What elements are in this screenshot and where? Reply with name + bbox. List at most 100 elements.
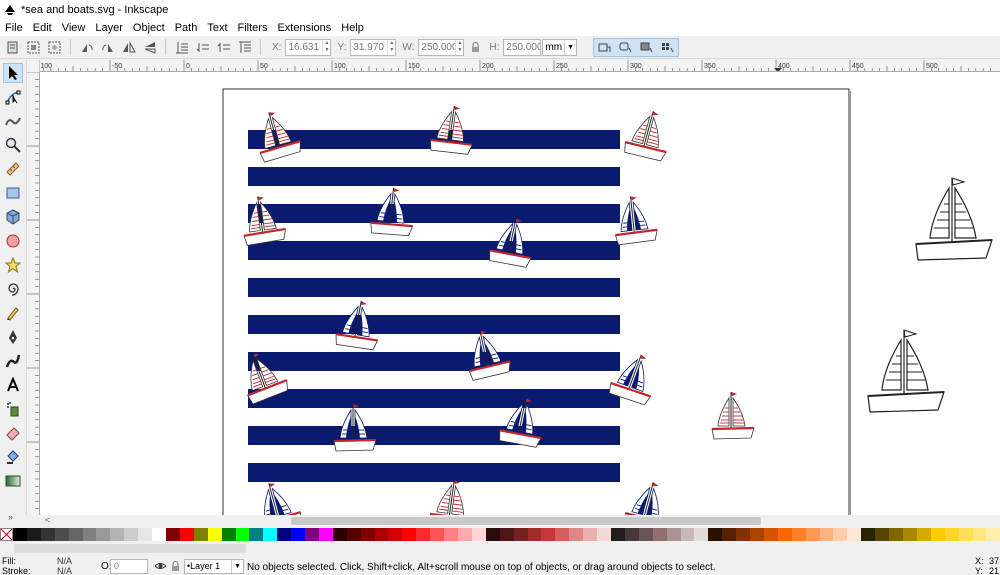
height-input[interactable]: [504, 39, 541, 55]
deselect-icon[interactable]: [46, 39, 63, 56]
measure-tool-icon[interactable]: [3, 159, 23, 179]
color-swatch[interactable]: [986, 528, 1000, 541]
horizontal-ruler[interactable]: -100-50050100150200250300350400450500: [40, 60, 1000, 72]
horizontal-scrollbar[interactable]: <: [27, 515, 1000, 527]
menu-extensions[interactable]: Extensions: [272, 22, 336, 34]
color-swatch[interactable]: [82, 528, 97, 541]
color-swatch[interactable]: [666, 528, 681, 541]
color-swatch[interactable]: [263, 528, 278, 541]
expand-panel-icon[interactable]: »: [8, 512, 13, 522]
scale-rounded-corners-icon[interactable]: [617, 39, 634, 56]
spiral-tool-icon[interactable]: [3, 279, 23, 299]
menu-object[interactable]: Object: [128, 22, 170, 34]
color-swatch[interactable]: [360, 528, 375, 541]
color-swatch[interactable]: [458, 528, 472, 541]
color-swatch[interactable]: [332, 528, 347, 541]
width-input[interactable]: [419, 39, 456, 55]
color-swatch[interactable]: [444, 528, 458, 541]
menu-file[interactable]: File: [0, 22, 28, 34]
transform-gradients-icon[interactable]: [638, 39, 655, 56]
menu-edit[interactable]: Edit: [28, 22, 57, 34]
selector-tool-icon[interactable]: [3, 63, 23, 83]
menu-view[interactable]: View: [57, 22, 91, 34]
color-swatch[interactable]: [416, 528, 431, 541]
color-swatch[interactable]: [624, 528, 639, 541]
color-swatch[interactable]: [861, 528, 876, 541]
pen-tool-icon[interactable]: [3, 327, 23, 347]
select-all-icon[interactable]: [4, 39, 21, 56]
lower-to-bottom-icon[interactable]: [173, 39, 190, 56]
color-swatch[interactable]: [652, 528, 667, 541]
palette-scrollbar[interactable]: [14, 544, 246, 553]
color-swatch[interactable]: [318, 528, 333, 541]
ellipse-tool-icon[interactable]: [3, 231, 23, 251]
color-swatch[interactable]: [54, 528, 69, 541]
color-swatch[interactable]: [402, 528, 417, 541]
color-swatch[interactable]: [207, 528, 222, 541]
color-swatch[interactable]: [889, 528, 903, 541]
eraser-tool-icon[interactable]: [3, 423, 23, 443]
color-swatch[interactable]: [791, 528, 806, 541]
color-swatch[interactable]: [96, 528, 111, 541]
scroll-left-icon[interactable]: <: [45, 515, 50, 525]
color-swatch[interactable]: [847, 528, 862, 541]
spray-tool-icon[interactable]: [3, 399, 23, 419]
y-input[interactable]: [351, 39, 388, 55]
color-swatch[interactable]: [305, 528, 319, 541]
paint-bucket-tool-icon[interactable]: [3, 447, 23, 467]
color-swatch[interactable]: [555, 528, 570, 541]
menu-filters[interactable]: Filters: [233, 22, 273, 34]
color-swatch[interactable]: [68, 528, 83, 541]
color-swatch[interactable]: [944, 528, 959, 541]
color-swatch[interactable]: [124, 528, 139, 541]
gradient-tool-icon[interactable]: [3, 471, 23, 491]
color-swatch[interactable]: [221, 528, 236, 541]
opacity-input[interactable]: 0: [110, 559, 148, 574]
width-spinbox[interactable]: ▲▼: [418, 38, 465, 56]
color-swatch[interactable]: [610, 528, 625, 541]
color-swatch[interactable]: [513, 528, 528, 541]
color-swatch[interactable]: [708, 528, 723, 541]
color-swatch[interactable]: [569, 528, 584, 541]
color-swatch[interactable]: [193, 528, 208, 541]
color-swatch[interactable]: [736, 528, 751, 541]
vertical-ruler[interactable]: [27, 72, 40, 515]
color-swatch[interactable]: [958, 528, 973, 541]
no-paint-swatch[interactable]: [0, 528, 13, 541]
sailboat[interactable]: [867, 329, 945, 413]
color-swatch[interactable]: [179, 528, 194, 541]
menu-help[interactable]: Help: [336, 22, 369, 34]
raise-icon[interactable]: [215, 39, 232, 56]
color-swatch[interactable]: [930, 528, 945, 541]
x-spinbox[interactable]: ▲▼: [285, 38, 332, 56]
lower-icon[interactable]: [194, 39, 211, 56]
x-spin-arrows[interactable]: ▲ ▼: [322, 39, 330, 55]
tweak-tool-icon[interactable]: [3, 111, 23, 131]
height-spinbox[interactable]: [503, 38, 542, 56]
color-swatch[interactable]: [430, 528, 445, 541]
color-swatch[interactable]: [694, 528, 709, 541]
star-tool-icon[interactable]: [3, 255, 23, 275]
color-swatch[interactable]: [485, 528, 500, 541]
color-swatch[interactable]: [583, 528, 598, 541]
scale-stroke-icon[interactable]: [596, 39, 613, 56]
width-spin-arrows[interactable]: ▲ ▼: [455, 39, 463, 55]
sailboat[interactable]: [915, 177, 993, 261]
color-swatch[interactable]: [26, 528, 41, 541]
color-swatch[interactable]: [805, 528, 820, 541]
menu-text[interactable]: Text: [202, 22, 232, 34]
scrollbar-thumb[interactable]: [291, 517, 761, 525]
color-swatch[interactable]: [541, 528, 556, 541]
color-swatch[interactable]: [471, 528, 486, 541]
y-spinbox[interactable]: ▲▼: [350, 38, 397, 56]
color-swatch[interactable]: [680, 528, 695, 541]
unit-dropdown[interactable]: mm ▼: [542, 38, 578, 56]
color-swatch[interactable]: [110, 528, 125, 541]
color-swatch[interactable]: [235, 528, 250, 541]
color-swatch[interactable]: [138, 528, 153, 541]
color-swatch[interactable]: [750, 528, 764, 541]
zoom-tool-icon[interactable]: [3, 135, 23, 155]
color-swatch[interactable]: [875, 528, 890, 541]
select-all-layers-icon[interactable]: [25, 39, 42, 56]
color-swatch[interactable]: [13, 528, 27, 541]
